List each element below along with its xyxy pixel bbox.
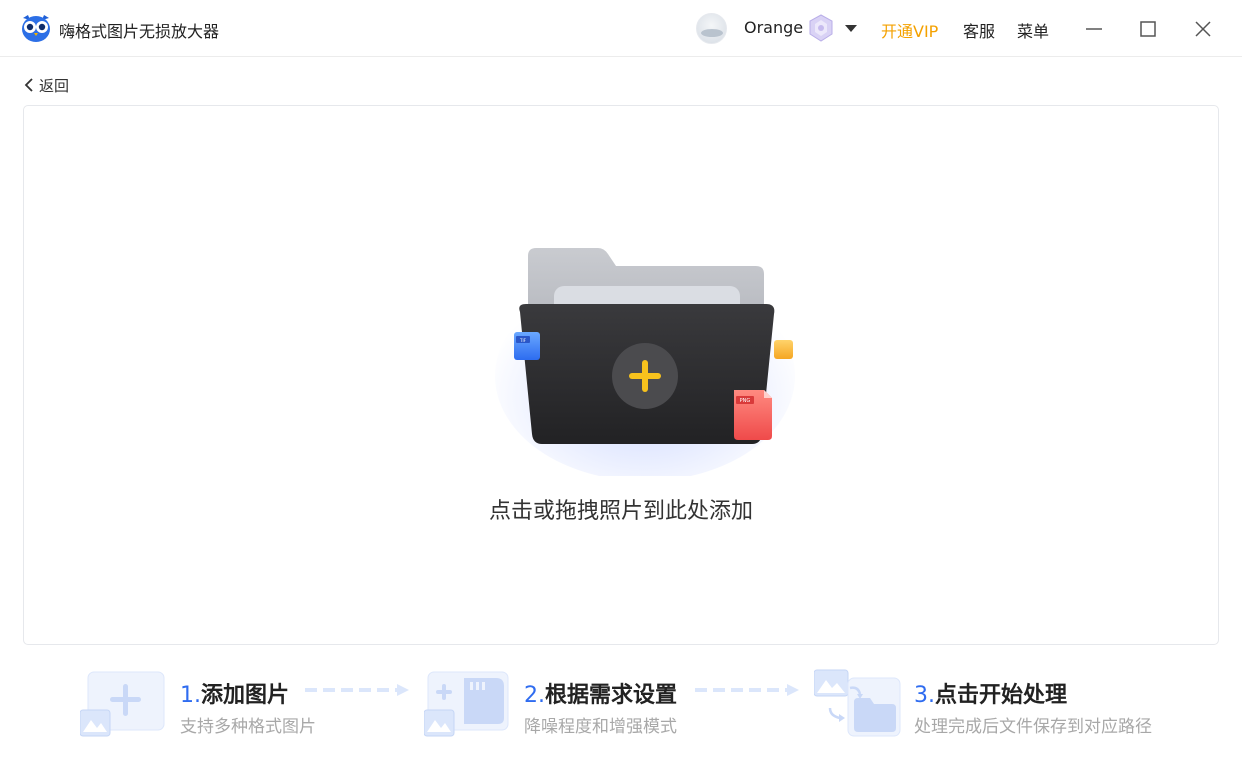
close-button[interactable] — [1188, 14, 1218, 44]
add-image-icon — [80, 671, 165, 737]
step-1-title: 1.添加图片 — [180, 683, 290, 708]
step-settings: 2.根据需求设置 降噪程度和增强模式 — [424, 668, 714, 740]
step-2-title: 2.根据需求设置 — [524, 683, 678, 708]
vip-level-badge-icon — [809, 14, 833, 42]
step-3-desc: 处理完成后文件保存到对应路径 — [914, 717, 1152, 737]
image-drop-zone[interactable]: TIF PNG 点击或拖拽照片到此处添加 — [23, 105, 1219, 645]
app-title: 嗨格式图片无损放大器 — [59, 22, 220, 41]
drop-zone-prompt: 点击或拖拽照片到此处添加 — [488, 499, 753, 524]
minimize-icon — [1086, 28, 1102, 30]
owl-logo-icon — [22, 15, 50, 42]
step-start-processing: 3.点击开始处理 处理完成后文件保存到对应路径 — [814, 668, 1174, 740]
back-label: 返回 — [39, 76, 70, 95]
arrow-right-icon — [305, 684, 409, 696]
chevron-left-icon — [24, 78, 33, 92]
menu-link[interactable]: 菜单 — [1017, 18, 1049, 42]
step-2-desc: 降噪程度和增强模式 — [524, 717, 677, 737]
settings-image-icon — [424, 671, 509, 737]
vip-link[interactable]: 开通VIP — [881, 18, 938, 42]
title-bar: 嗨格式图片无损放大器 Orange 开通VIP 客服 菜单 — [0, 0, 1242, 57]
back-button[interactable]: 返回 — [22, 74, 69, 96]
avatar[interactable] — [696, 13, 727, 44]
tif-badge-label: TIF — [519, 338, 527, 343]
step-1-desc: 支持多种格式图片 — [180, 717, 316, 737]
minimize-button[interactable] — [1079, 14, 1109, 44]
customer-service-link[interactable]: 客服 — [963, 18, 995, 42]
add-folder-icon[interactable]: TIF PNG — [490, 226, 800, 476]
process-image-icon — [814, 669, 901, 737]
step-add-images: 1.添加图片 支持多种格式图片 — [80, 668, 330, 740]
maximize-button[interactable] — [1133, 14, 1163, 44]
chevron-down-icon[interactable] — [843, 20, 859, 36]
png-badge-label: PNG — [740, 398, 751, 404]
close-icon — [1195, 21, 1211, 37]
maximize-icon — [1140, 21, 1156, 37]
step-3-title: 3.点击开始处理 — [914, 683, 1068, 708]
arrow-right-icon — [695, 684, 799, 696]
username[interactable]: Orange — [744, 18, 803, 37]
